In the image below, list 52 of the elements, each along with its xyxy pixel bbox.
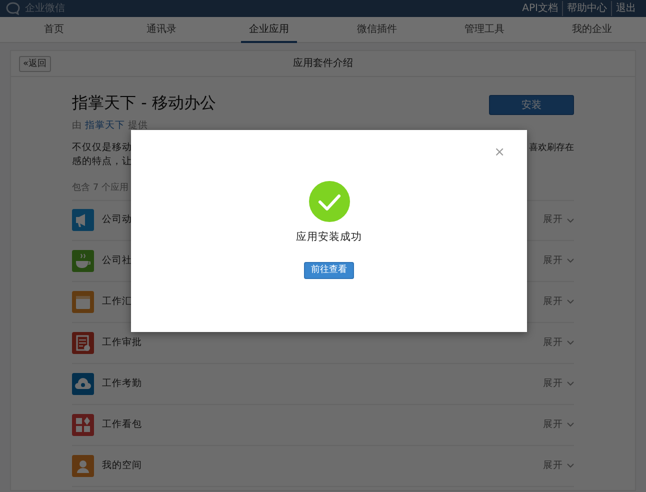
expand-button[interactable]: 展开	[543, 376, 574, 391]
app-name: 工作审批	[102, 336, 142, 350]
app-count: 包含 7 个应用	[72, 182, 130, 196]
success-message: 应用安装成功	[296, 230, 362, 245]
document-icon	[72, 332, 94, 354]
top-link[interactable]: 退出	[611, 1, 640, 16]
top-link[interactable]: 帮助中心	[562, 1, 611, 16]
megaphone-icon	[72, 209, 94, 232]
nav-tab[interactable]: 管理工具	[456, 17, 513, 43]
provider-text: 由 指掌天下 提供	[72, 119, 150, 133]
cloud-icon	[72, 372, 94, 395]
person-icon	[72, 454, 94, 477]
expand-button[interactable]: 展开	[543, 294, 574, 309]
description-text: 喜欢刷存在	[529, 142, 574, 156]
chevron-icon	[567, 258, 574, 264]
app-name: 我的空间	[102, 458, 142, 473]
grid-icon	[72, 414, 94, 436]
chevron-icon	[567, 422, 574, 428]
expand-button[interactable]: 展开	[543, 254, 574, 268]
provider-link[interactable]: 指掌天下	[85, 120, 126, 131]
description-text: 感的特点，让	[72, 155, 132, 170]
calendar-icon	[72, 290, 94, 313]
chevron-icon	[567, 299, 574, 304]
logo-icon	[6, 2, 21, 15]
expand-button[interactable]: 展开	[543, 458, 574, 473]
expand-button[interactable]: 展开	[543, 213, 574, 228]
app-name: 工作看包	[102, 418, 142, 432]
cup-icon	[72, 250, 94, 272]
top-link[interactable]: API文档	[518, 1, 562, 16]
nav-tab[interactable]: 首页	[36, 17, 72, 43]
chevron-icon	[567, 381, 574, 386]
install-button[interactable]: 安装	[489, 95, 574, 115]
app-name: 公司社	[102, 254, 132, 268]
chevron-icon	[567, 218, 574, 223]
suite-title: 指掌天下 - 移动办公	[72, 92, 216, 114]
expand-button[interactable]: 展开	[543, 418, 574, 432]
nav-tab[interactable]: 通讯录	[138, 17, 184, 43]
close-button[interactable]: ×	[494, 146, 505, 159]
page-title: 应用套件介绍	[293, 56, 353, 71]
back-button[interactable]: «返回	[19, 56, 51, 72]
app-name: 公司动	[102, 213, 132, 228]
description-text: 不仅仅是移动	[72, 141, 132, 156]
nav-tab[interactable]: 我的企业	[564, 17, 620, 43]
expand-button[interactable]: 展开	[543, 336, 574, 350]
success-check-icon	[308, 181, 350, 222]
app-name: 工作考勤	[102, 376, 142, 391]
chevron-icon	[567, 463, 574, 468]
nav-tab[interactable]: 企业应用	[241, 17, 298, 43]
nav-tab[interactable]: 微信插件	[348, 17, 405, 43]
view-button[interactable]: 前往查看	[304, 262, 354, 279]
app-name: 工作汇	[102, 294, 132, 309]
chevron-icon	[567, 340, 574, 346]
